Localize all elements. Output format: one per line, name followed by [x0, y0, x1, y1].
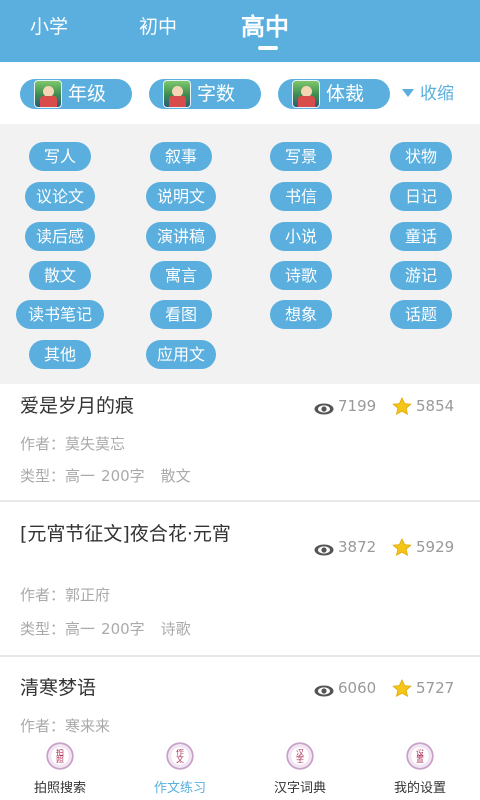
- genre-tag[interactable]: 看图: [150, 300, 212, 329]
- genre-tag[interactable]: 叙事: [150, 142, 212, 171]
- nav-item[interactable]: 作文练习作文练习: [120, 734, 240, 800]
- article-genre: 散文: [160, 467, 191, 485]
- genre-tag[interactable]: 其他: [29, 340, 91, 369]
- view-count: 3872: [338, 538, 377, 556]
- nav-label: 拍照搜索: [33, 781, 86, 796]
- nav-item[interactable]: 拍照搜索拍照搜索: [0, 734, 120, 800]
- bottom-navigation: 拍照搜索拍照搜索作文练习作文练习汉字词典汉字词典设置我的设置: [0, 734, 480, 800]
- article-title: 爱是岁月的痕: [20, 395, 135, 417]
- genre-tag[interactable]: 写人: [29, 142, 91, 171]
- favorite-count: 5727: [416, 679, 455, 697]
- eye-icon: [314, 682, 334, 697]
- genre-tag[interactable]: 话题: [390, 300, 452, 329]
- genre-tag[interactable]: 说明文: [146, 182, 216, 211]
- article-meta: 类型：高一 200字 散文: [20, 465, 191, 486]
- article-meta: 类型：高一 200字 诗歌: [20, 618, 191, 639]
- genre-tag[interactable]: 小说: [270, 222, 332, 251]
- view-count: 6060: [338, 679, 377, 697]
- type-label: 类型：: [20, 620, 66, 638]
- word-count-filter-label: 字数: [197, 83, 236, 105]
- genre-tag[interactable]: 读后感: [25, 222, 95, 251]
- article-item[interactable]: [元宵节征文]夜合花·元宵 3872 5929 作者：郭正府 类型：高一 200字 诗歌: [0, 502, 480, 657]
- nav-item[interactable]: 设置 我的设置: [360, 734, 480, 800]
- genre-tag[interactable]: 游记: [390, 261, 452, 290]
- avatar-thumbnail-icon: [163, 80, 191, 108]
- nav-badge-text: 拍照搜索: [56, 749, 64, 763]
- article-author: 作者：寒来来: [20, 715, 110, 734]
- article-title: [元宵节征文]夜合花·元宵: [20, 523, 231, 545]
- nav-item[interactable]: 汉字词典汉字词典: [240, 734, 360, 800]
- article-word-count: 200字: [101, 467, 145, 485]
- article-author: 作者：莫失莫忘: [20, 433, 125, 454]
- genre-tag[interactable]: 写景: [270, 142, 332, 171]
- favorite-count: 5929: [416, 538, 455, 556]
- avatar-thumbnail-icon: [292, 80, 320, 108]
- eye-icon: [314, 541, 334, 556]
- grade-filter-label: 年级: [68, 83, 107, 105]
- author-label: 作者：: [20, 717, 66, 734]
- article-genre: 诗歌: [160, 620, 191, 638]
- level-tab-bar: 小学 初中 高中: [0, 0, 480, 62]
- article-item[interactable]: 清寒梦语 6060 5727 作者：寒来来: [0, 657, 480, 734]
- genre-tag[interactable]: 议论文: [25, 182, 95, 211]
- nav-badge-text: 汉字词典: [296, 749, 304, 763]
- triangle-down-icon: [402, 88, 414, 97]
- essay-practice-icon: 作文练习: [164, 740, 196, 772]
- genre-tag[interactable]: 演讲稿: [146, 222, 216, 251]
- genre-tag-grid: 写人 叙事 写景 状物议论文 说明文 书信 日记读后感 演讲稿 小说 童话散文 寓言 诗歌 游记读书笔记…: [0, 124, 480, 384]
- article-word-count: 200字: [101, 620, 145, 638]
- word-count-filter-button[interactable]: 字数: [149, 79, 261, 109]
- star-icon: [392, 679, 412, 697]
- nav-badge-text: 设置: [416, 749, 424, 763]
- type-label: 类型：: [20, 467, 66, 485]
- filter-bar: 年级 字数 体裁 收缩: [0, 62, 480, 124]
- view-count: 7199: [338, 397, 377, 415]
- genre-tag[interactable]: 状物: [390, 142, 452, 171]
- genre-tag[interactable]: 童话: [390, 222, 452, 251]
- tab-middle-school[interactable]: 初中: [139, 0, 177, 62]
- article-author: 作者：郭正府: [20, 584, 110, 605]
- photo-search-icon: 拍照搜索: [44, 740, 76, 772]
- genre-tag[interactable]: 应用文: [146, 340, 216, 369]
- article-grade: 高一: [65, 620, 96, 638]
- nav-badge-text: 作文练习: [176, 749, 184, 763]
- app-screen: 小学 初中 高中 年级 字数 体裁 收缩 写人 叙事 写景 状物议论文 说明文 书信 日记读…: [0, 0, 480, 800]
- author-label: 作者：: [20, 435, 66, 453]
- grade-filter-button[interactable]: 年级: [20, 79, 132, 109]
- avatar-thumbnail-icon: [34, 80, 62, 108]
- genre-tag[interactable]: 书信: [270, 182, 332, 211]
- article-item[interactable]: 爱是岁月的痕 7199 5854 作者：莫失莫忘 类型：高一 200字 散文: [0, 384, 480, 502]
- author-name: 寒来来: [65, 717, 111, 734]
- genre-tag[interactable]: 日记: [390, 182, 452, 211]
- genre-filter-label: 体裁: [326, 83, 365, 105]
- tab-high-school[interactable]: 高中: [241, 0, 289, 62]
- article-title: 清寒梦语: [20, 677, 97, 699]
- favorite-count: 5854: [416, 397, 455, 415]
- dictionary-icon: 汉字词典: [284, 740, 316, 772]
- author-label: 作者：: [20, 586, 66, 604]
- genre-tag[interactable]: 寓言: [150, 261, 212, 290]
- star-icon: [392, 538, 412, 556]
- eye-icon: [314, 400, 334, 415]
- genre-tag[interactable]: 诗歌: [270, 261, 332, 290]
- author-name: 郭正府: [65, 586, 111, 604]
- collapse-label: 收缩: [420, 84, 454, 104]
- nav-label: 我的设置: [393, 781, 446, 796]
- nav-label: 作文练习: [153, 781, 206, 796]
- genre-tag[interactable]: 想象: [270, 300, 332, 329]
- article-grade: 高一: [65, 467, 96, 485]
- settings-icon: 设置: [404, 740, 436, 772]
- selected-tab-indicator: [258, 46, 278, 50]
- genre-tag[interactable]: 读书笔记: [16, 300, 104, 329]
- author-name: 莫失莫忘: [65, 435, 126, 453]
- star-icon: [392, 397, 412, 415]
- collapse-button[interactable]: 收缩: [402, 82, 454, 106]
- nav-label: 汉字词典: [273, 781, 326, 796]
- tab-primary-school[interactable]: 小学: [30, 0, 68, 62]
- genre-filter-button[interactable]: 体裁: [278, 79, 390, 109]
- genre-tag[interactable]: 散文: [29, 261, 91, 290]
- article-list[interactable]: 爱是岁月的痕 7199 5854 作者：莫失莫忘 类型：高一 200字 散文 [元宵节征文]夜…: [0, 384, 480, 734]
